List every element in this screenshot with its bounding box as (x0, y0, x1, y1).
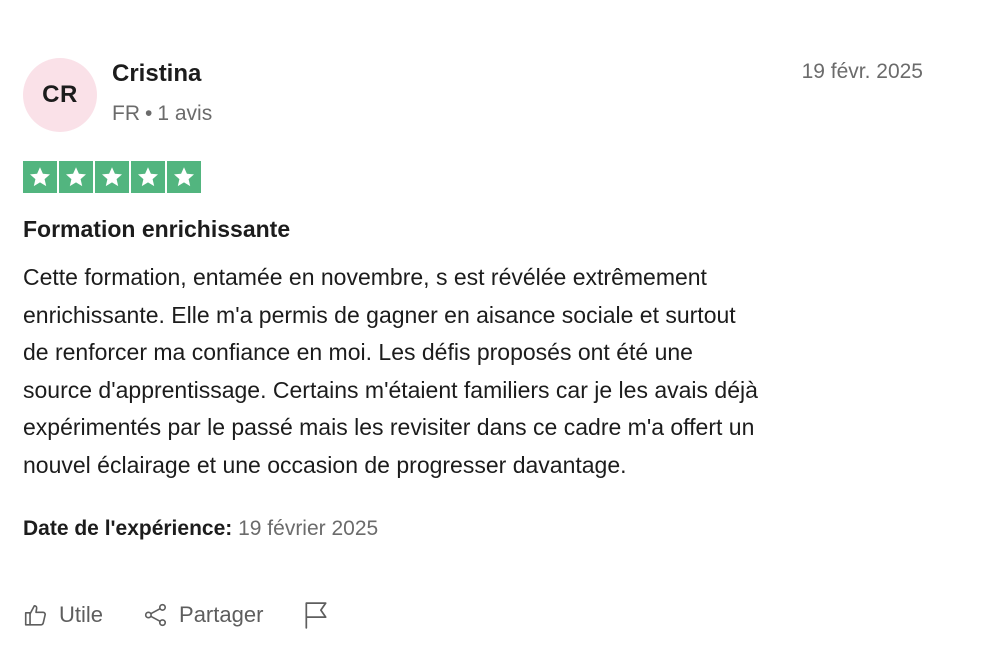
review-date: 19 févr. 2025 (801, 60, 923, 83)
review-body-line: enrichissante. Elle m'a permis de gagner… (23, 301, 736, 328)
review-title[interactable]: Formation enrichissante (23, 216, 290, 243)
avatar[interactable]: CR (23, 58, 97, 132)
review-body-line: de renforcer ma confiance en moi. Les dé… (23, 339, 693, 365)
star-icon (167, 161, 201, 193)
star-rating (23, 161, 201, 193)
report-button[interactable] (303, 601, 329, 629)
author-meta: FR • 1 avis (112, 102, 212, 126)
star-icon (131, 161, 165, 193)
review-body-line: source d'apprentissage. Certains m'étaie… (23, 376, 758, 403)
thumbs-up-icon (24, 604, 46, 626)
review-actions: Utile Partager (23, 598, 369, 632)
author-review-count: 1 avis (157, 102, 213, 125)
review-body-line: Cette formation, entamée en novembre, s … (23, 264, 707, 290)
star-icon (95, 161, 129, 193)
separator-dot: • (145, 102, 153, 125)
flag-icon (305, 602, 327, 629)
share-label: Partager (179, 602, 264, 627)
share-icon (144, 603, 167, 627)
review-body-line: nouvel éclairage et une occasion de prog… (23, 451, 627, 478)
experience-date-label: Date de l'expérience: (23, 517, 233, 540)
avatar-initials: CR (42, 81, 78, 108)
author-country: FR (112, 102, 140, 125)
star-icon (23, 161, 57, 193)
useful-button[interactable]: Utile (23, 602, 103, 628)
experience-date: Date de l'expérience: 19 février 2025 (23, 517, 378, 541)
review-body-line: expérimentés par le passé mais les revis… (23, 414, 755, 440)
useful-label: Utile (59, 602, 104, 627)
share-button[interactable]: Partager (143, 602, 263, 628)
review-body: Cette formation, entamée en novembre, s … (23, 259, 943, 484)
author-name[interactable]: Cristina (112, 60, 201, 88)
experience-date-value: 19 février 2025 (238, 517, 379, 540)
star-icon (59, 161, 93, 193)
